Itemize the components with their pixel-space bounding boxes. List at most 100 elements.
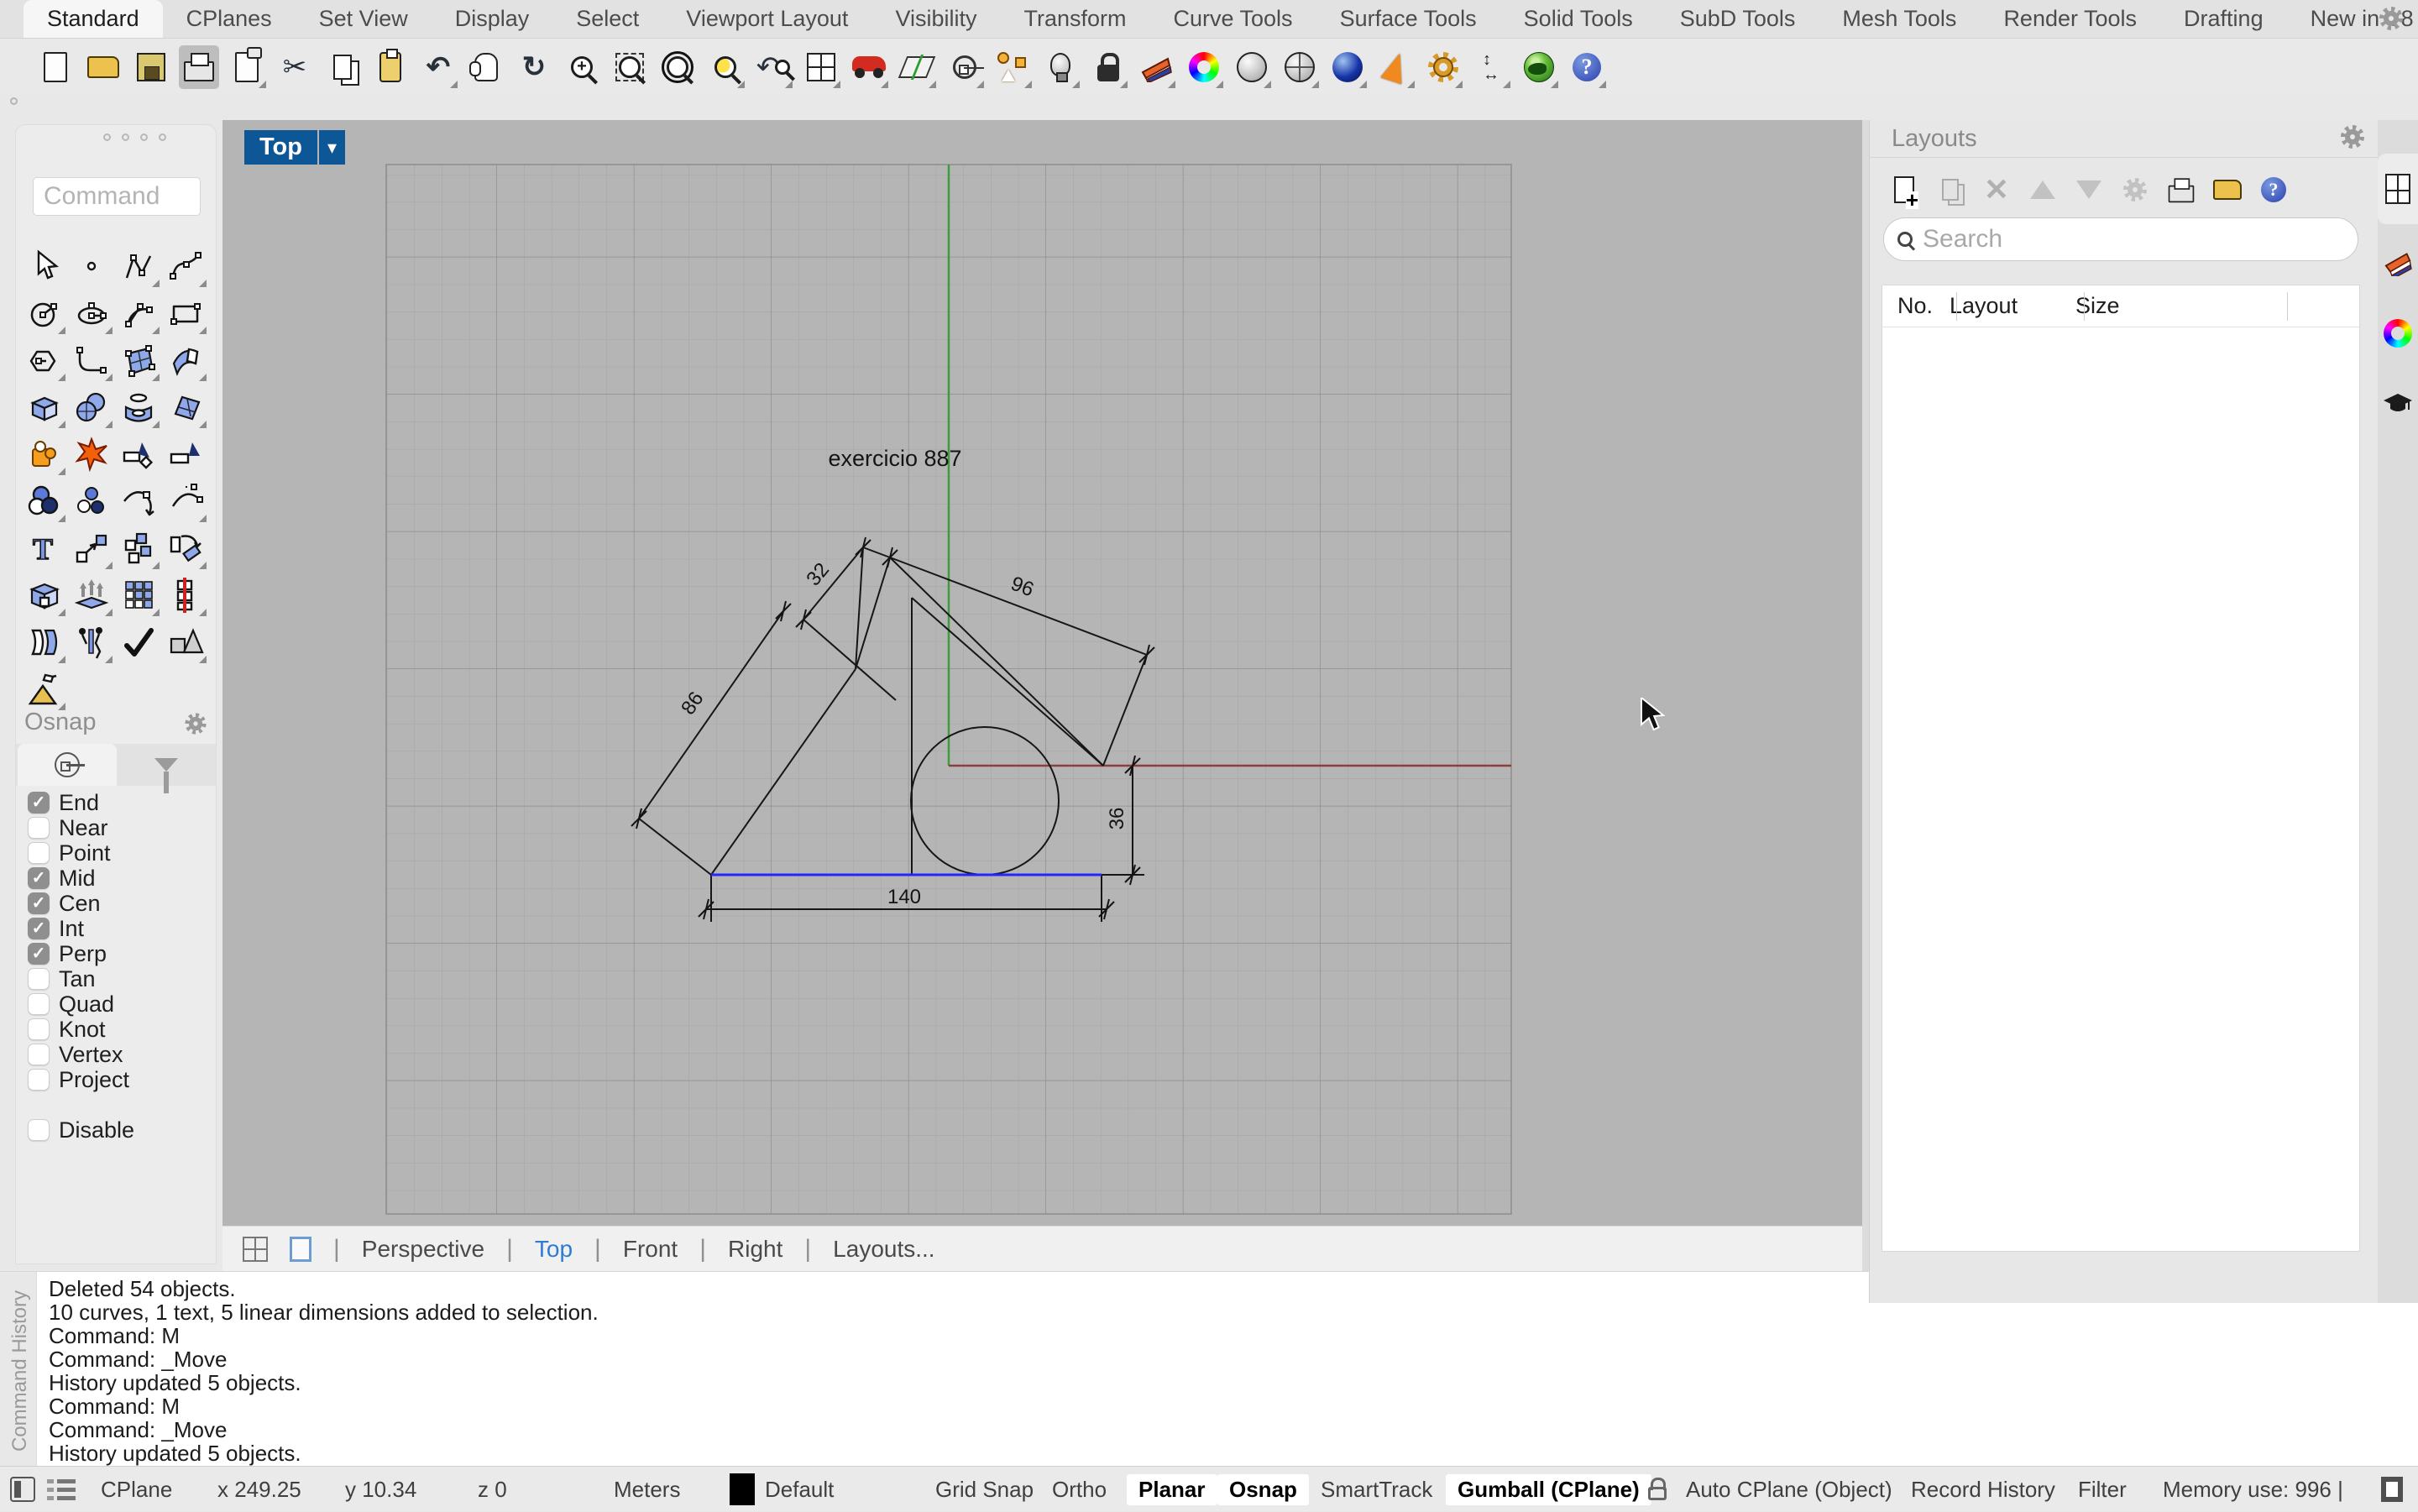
osnap-checkbox[interactable]: ✓	[28, 1069, 50, 1091]
zoom-icon[interactable]: +	[562, 45, 602, 89]
cut-icon[interactable]: ✂	[275, 45, 315, 89]
menu-item[interactable]: Set View	[296, 0, 432, 38]
column-layout[interactable]: Layout	[1950, 293, 2075, 319]
gear-options-icon[interactable]	[1423, 45, 1463, 89]
menu-item[interactable]: Select	[552, 0, 662, 38]
spheres-icon[interactable]	[68, 384, 115, 431]
viewport-title[interactable]: Top	[244, 130, 317, 165]
rotate-view-icon[interactable]: ↻	[514, 45, 554, 89]
single-viewport-icon[interactable]	[290, 1236, 311, 1262]
text-icon[interactable]: T	[21, 525, 68, 572]
lock-icon[interactable]	[1088, 45, 1128, 89]
zoom-selected-icon[interactable]	[657, 45, 698, 89]
column-no[interactable]: No.	[1882, 293, 1950, 319]
zoom-window-icon[interactable]	[610, 45, 650, 89]
patch-surface-icon[interactable]	[162, 337, 209, 384]
osnap-checkbox[interactable]: ✓	[28, 943, 50, 965]
layer-shapes-icon[interactable]	[992, 45, 1033, 89]
menu-gear-icon[interactable]	[2379, 7, 2403, 30]
mirror-icon[interactable]	[162, 572, 209, 619]
undo-view-icon[interactable]: ↶	[753, 45, 793, 89]
fillet-icon[interactable]	[68, 337, 115, 384]
menu-item[interactable]: Solid Tools	[1500, 0, 1656, 38]
viewport-tab[interactable]: Right	[728, 1236, 782, 1263]
osnap-checkbox[interactable]: ✓	[28, 918, 50, 939]
polyline-icon[interactable]	[115, 243, 162, 290]
lightbulb-icon[interactable]	[1040, 45, 1081, 89]
zoom-extents-icon[interactable]	[705, 45, 746, 89]
move-up-icon[interactable]	[2027, 173, 2059, 207]
offset-surfaces-icon[interactable]	[21, 619, 68, 666]
units-selector[interactable]: Meters	[614, 1467, 680, 1512]
record-history-toggle[interactable]: Record History	[1911, 1467, 2055, 1512]
osnap-toggle[interactable]: Osnap	[1217, 1467, 1309, 1512]
color-tab[interactable]	[2378, 298, 2418, 369]
wedge-icon[interactable]	[1136, 45, 1176, 89]
menu-item[interactable]: Mesh Tools	[1819, 0, 1980, 38]
pan-icon[interactable]	[466, 45, 506, 89]
array-icon[interactable]	[115, 572, 162, 619]
smarttrack-toggle[interactable]: SmartTrack	[1321, 1467, 1432, 1512]
lock-status-icon[interactable]	[1648, 1467, 1667, 1512]
osnap-checkbox[interactable]: ✓	[28, 867, 50, 889]
layouts-help-icon[interactable]: ?	[2258, 173, 2290, 207]
surface-grid-icon[interactable]	[162, 384, 209, 431]
sphere-icon[interactable]	[1232, 45, 1272, 89]
osnap-checkbox[interactable]: ✓	[28, 1044, 50, 1065]
command-input[interactable]	[33, 177, 201, 216]
delete-layout-icon[interactable]: ✕	[1981, 173, 2012, 207]
menu-item[interactable]: Render Tools	[1980, 0, 2160, 38]
viewport-tab[interactable]: Perspective	[362, 1236, 484, 1263]
cplane-selector[interactable]: CPlane	[101, 1467, 172, 1512]
curve-icon[interactable]	[162, 243, 209, 290]
viewport-tab[interactable]: Layouts...	[833, 1236, 934, 1263]
osnap-checkbox[interactable]: ✓	[28, 993, 50, 1015]
menu-item[interactable]: Viewport Layout	[662, 0, 871, 38]
shaded-sphere-icon[interactable]	[1327, 45, 1368, 89]
column-size[interactable]: Size	[2075, 293, 2120, 319]
new-file-icon[interactable]	[35, 45, 76, 89]
disable-checkbox[interactable]: ✓	[28, 1119, 50, 1141]
planar-toggle[interactable]: Planar	[1127, 1467, 1217, 1512]
status-panel-icon[interactable]	[2381, 1467, 2403, 1512]
puzzle-icon[interactable]	[21, 431, 68, 478]
osnap-checkbox[interactable]: ✓	[28, 842, 50, 864]
solid-cube-icon[interactable]	[21, 572, 68, 619]
arc-icon[interactable]	[115, 290, 162, 337]
person-split-icon[interactable]	[68, 619, 115, 666]
ellipse-icon[interactable]	[68, 290, 115, 337]
menu-item[interactable]: Surface Tools	[1316, 0, 1500, 38]
menu-item[interactable]: Drafting	[2160, 0, 2287, 38]
auto-cplane-toggle[interactable]: Auto CPlane (Object)	[1686, 1467, 1892, 1512]
save-icon[interactable]	[131, 45, 171, 89]
boolean-dark-icon[interactable]	[21, 478, 68, 525]
paste-icon[interactable]	[370, 45, 411, 89]
circle-icon[interactable]	[21, 290, 68, 337]
extrude-icon[interactable]	[68, 572, 115, 619]
panel-splitter[interactable]	[1862, 120, 1869, 1271]
menu-item[interactable]: Display	[432, 0, 553, 38]
open-file-icon[interactable]	[83, 45, 123, 89]
polygon-icon[interactable]	[21, 337, 68, 384]
explode-icon[interactable]	[68, 431, 115, 478]
move-down-icon[interactable]	[2073, 173, 2105, 207]
viewport-layout-icon[interactable]	[801, 45, 841, 89]
osnap-checkbox[interactable]: ✓	[28, 892, 50, 914]
trim-icon[interactable]	[115, 431, 162, 478]
color-wheel-icon[interactable]	[1184, 45, 1224, 89]
torus-icon[interactable]	[115, 384, 162, 431]
copy-icon[interactable]	[322, 45, 363, 89]
grid-snap-toggle[interactable]: Grid Snap	[935, 1467, 1034, 1512]
cone-icon[interactable]	[1375, 45, 1416, 89]
menu-item[interactable]: CPlanes	[163, 0, 296, 38]
viewport-canvas[interactable]: exercicio 887 32 96 86 140 36 Top ▾	[222, 120, 1862, 1226]
panel-toggle-icon[interactable]	[10, 1467, 35, 1512]
osnap-checkbox[interactable]: ✓	[28, 1018, 50, 1040]
viewport-tab[interactable]: Top	[535, 1236, 573, 1263]
dimension-icon[interactable]: ↕ ↔	[1471, 45, 1511, 89]
rectangle-icon[interactable]	[162, 290, 209, 337]
primitives-icon[interactable]	[162, 619, 209, 666]
filter-tab[interactable]	[117, 744, 216, 793]
undo-icon[interactable]: ↶	[418, 45, 458, 89]
duplicate-layout-icon[interactable]	[1934, 173, 1966, 207]
